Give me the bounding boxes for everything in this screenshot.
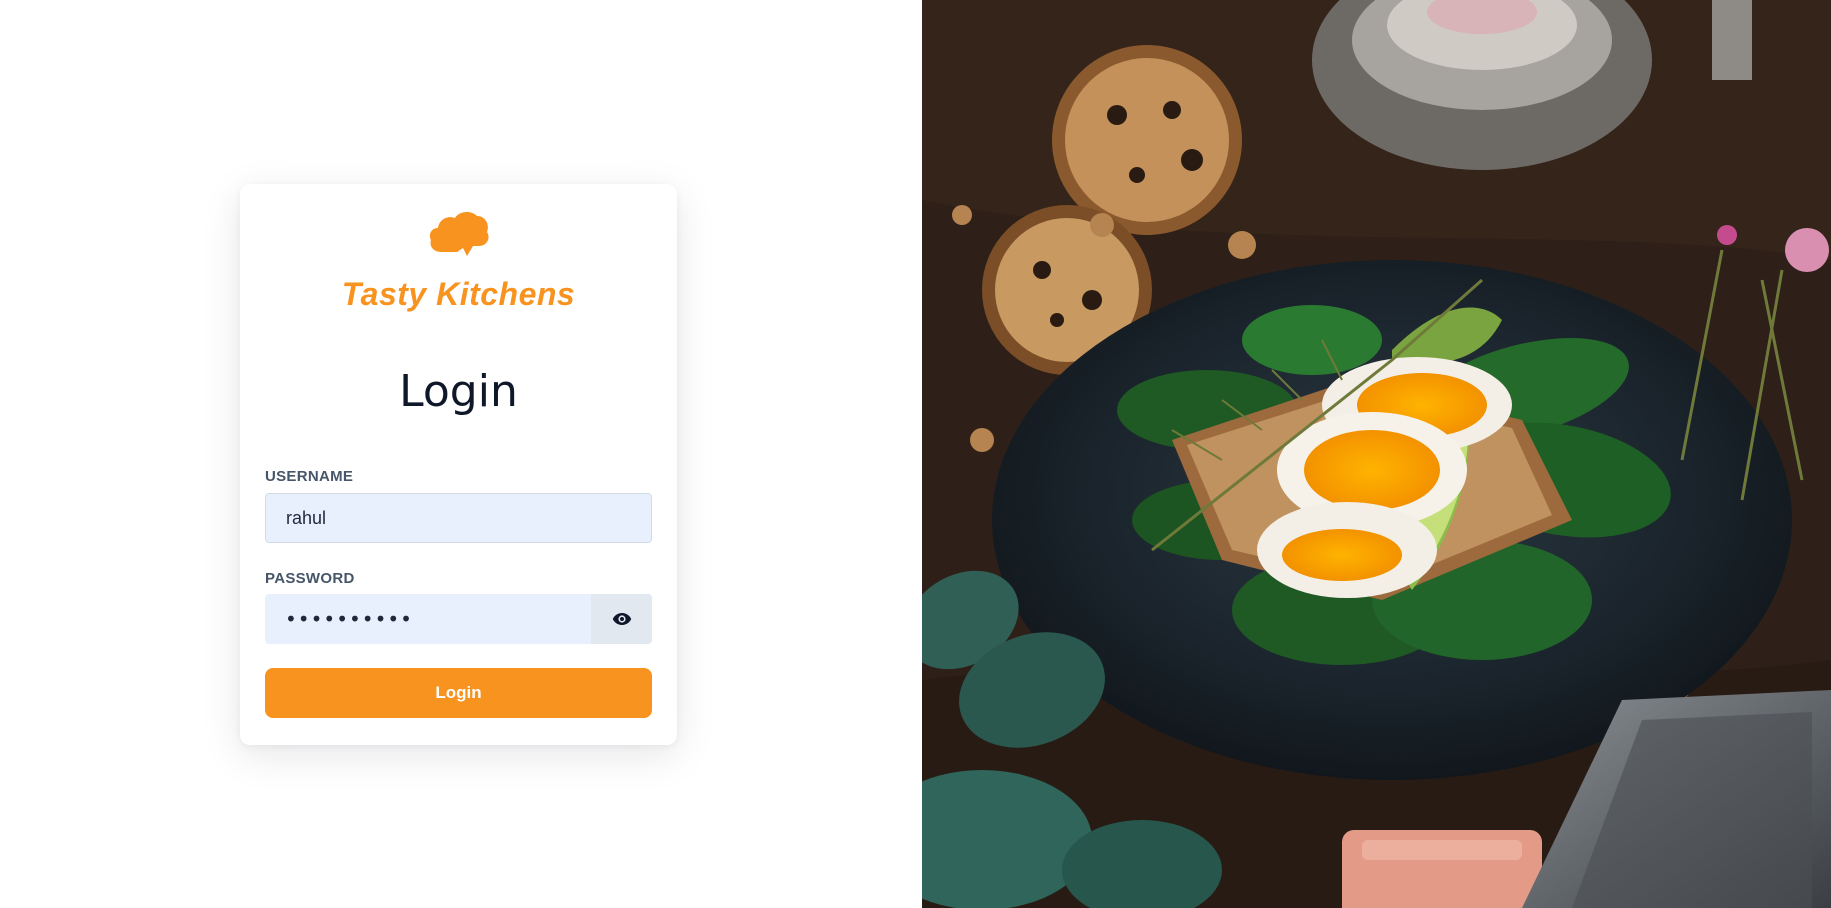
- show-password-button[interactable]: [591, 594, 652, 644]
- password-input[interactable]: [265, 594, 591, 644]
- login-card: Tasty Kitchens Login USERNAME PASSWORD L…: [240, 184, 677, 745]
- chef-hat-icon: [429, 212, 489, 256]
- password-label: PASSWORD: [265, 570, 355, 587]
- username-label: USERNAME: [265, 468, 354, 485]
- food-photo: [922, 0, 1831, 908]
- left-pane: Tasty Kitchens Login USERNAME PASSWORD L…: [0, 0, 922, 908]
- login-button[interactable]: Login: [265, 668, 652, 718]
- page-title: Login: [399, 366, 518, 417]
- brand-name: Tasty Kitchens: [341, 276, 576, 312]
- login-page: Tasty Kitchens Login USERNAME PASSWORD L…: [0, 0, 1831, 908]
- username-input[interactable]: [265, 493, 652, 543]
- eye-icon: [612, 613, 631, 625]
- password-field: [265, 594, 652, 644]
- hero-food-image: [922, 0, 1831, 908]
